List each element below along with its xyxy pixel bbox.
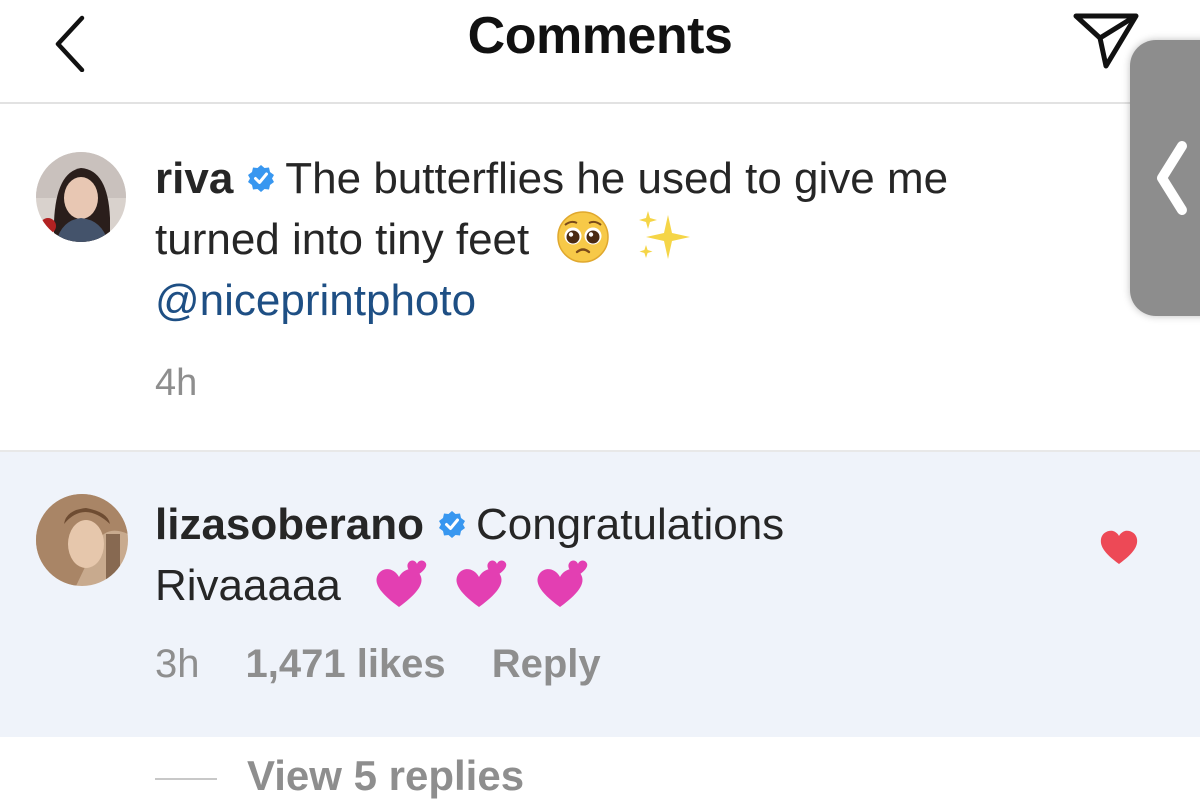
comment-line-2: Rivaaaaa [155,561,341,610]
avatar[interactable] [36,494,128,586]
caption-block: riva The butterflies he used to give me … [0,104,1200,450]
caption-text: riva The butterflies he used to give me … [155,148,948,331]
view-replies-button[interactable]: View 5 replies [155,752,524,800]
caption-line-2: turned into tiny feet [155,215,530,264]
page-title: Comments [467,7,733,65]
avatar[interactable] [36,152,126,242]
sparkles-emoji [638,211,690,260]
verified-badge-icon [438,511,465,539]
username[interactable]: lizasoberano [155,500,424,549]
caption-timestamp: 4h [155,362,198,404]
two-hearts-emoji [376,560,427,608]
mention-link[interactable]: @niceprintphoto [155,276,476,325]
header: Comments [0,0,1200,104]
chevron-left-icon [1157,141,1187,215]
two-hearts-emoji [456,560,507,608]
comment-text: lizasoberano Congratulations Rivaaaaa [155,494,784,616]
username[interactable]: riva [155,154,233,203]
verified-badge-icon [248,165,275,193]
likes-count[interactable]: 1,471 likes [246,642,446,686]
side-panel-handle[interactable] [1130,40,1200,316]
view-replies-label: View 5 replies [247,752,525,799]
pleading-face-emoji [557,211,610,264]
comment-timestamp: 3h [155,642,200,686]
two-hearts-emoji [537,560,587,608]
caption-line-1: The butterflies he used to give me [285,154,949,203]
comment-line-1: Congratulations [475,500,785,549]
divider [155,777,217,780]
like-button[interactable] [1098,528,1140,571]
reply-button[interactable]: Reply [492,642,601,686]
comment-meta: 3h 1,471 likes Reply [155,642,647,687]
heart-icon [1100,530,1138,564]
